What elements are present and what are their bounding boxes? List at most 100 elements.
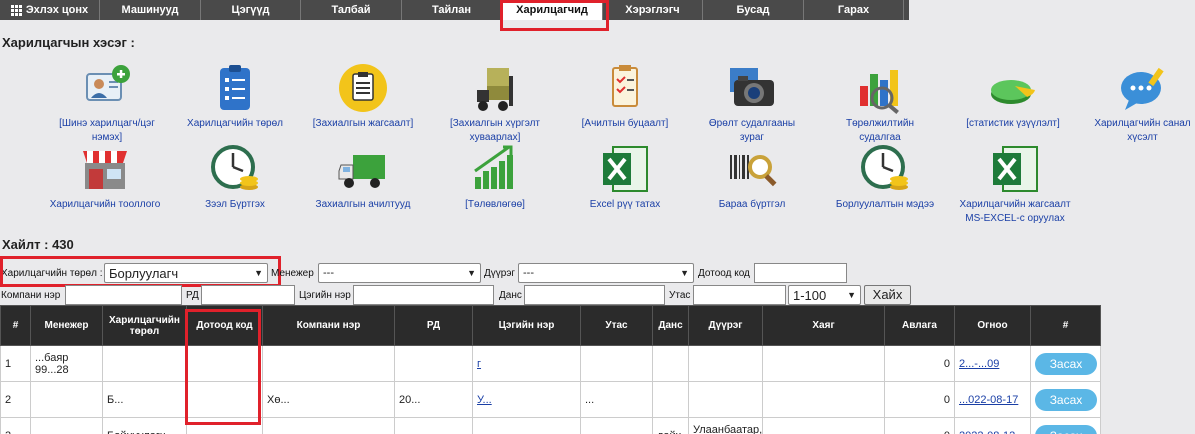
internal-code-input[interactable] (754, 263, 847, 283)
phone-input[interactable] (693, 285, 786, 305)
tile-label: [Ачилтын буцаалт] (581, 118, 669, 129)
tile-excel-export[interactable]: Excel рүү татах (570, 143, 680, 212)
cell-phone: ... (580, 381, 653, 418)
cell-no: 1 (0, 345, 31, 382)
cell-account: дайх (652, 417, 689, 434)
contact-type-select[interactable]: Борлуулагч ▼ (104, 263, 268, 283)
tile-feedback[interactable]: Харилцагчийн санал хүсэлт (1090, 62, 1195, 145)
cell-date-link[interactable]: 2022-08-12 (954, 417, 1031, 434)
tile-return[interactable]: [Ачилтын буцаалт] (570, 62, 680, 131)
cell-type (102, 345, 187, 382)
contact-type-label: Харилцагчийн төрөл : (1, 268, 103, 279)
nav-filler (909, 0, 1195, 20)
column-header: Дотоод код (186, 305, 263, 346)
cell-type: Байнуулагч (102, 417, 187, 434)
return-list-icon (599, 62, 651, 114)
camera-icon (726, 62, 778, 114)
tile-excel-import[interactable]: Харилцагчийн жагсаалт MS-EXCEL-с оруулах (950, 143, 1080, 226)
edit-button[interactable]: Засах (1035, 424, 1097, 434)
tile-order-shipments[interactable]: Захиалгын ачилтууд (308, 143, 418, 212)
tile-label: Борлуулалтын мэдээ (835, 199, 935, 210)
manager-select[interactable]: --- ▼ (318, 263, 481, 283)
tile-sales-report[interactable]: Борлуулалтын мэдээ (830, 143, 940, 212)
barcode-icon (726, 143, 778, 195)
nav-item-home[interactable]: Эхлэх цонх (0, 0, 100, 20)
tile-statistics[interactable]: [статистик үзүүлэлт] (958, 62, 1068, 131)
cell-district: Улаанбаатар, Хан... (688, 417, 763, 434)
edit-button[interactable]: Засах (1035, 352, 1097, 375)
cell-debt: 0 (884, 381, 955, 418)
table-header-row: # Менежер Харилцагчийн төрөл Дотоод код … (0, 305, 1101, 346)
cell-action: Засах (1030, 381, 1101, 418)
nav-item-logout[interactable]: Гарах (804, 0, 904, 20)
cell-code (186, 345, 263, 382)
rd-label: РД (186, 290, 199, 301)
cell-code (186, 417, 263, 434)
nav-item-area[interactable]: Талбай (301, 0, 402, 20)
truck-icon (337, 143, 389, 195)
tile-delivery-schedule[interactable]: [Захиалгын хүргэлт хуваарлах] (440, 62, 550, 145)
cell-point-link[interactable]: г (472, 345, 581, 382)
cell-manager: ...баяр 99...28 (30, 345, 103, 382)
district-select[interactable]: --- ▼ (518, 263, 694, 283)
cell-date-link[interactable]: 2...-...09 (954, 345, 1031, 382)
cell-point-link[interactable]: У... (472, 381, 581, 418)
tile-label: [Захиалгын хүргэлт хуваарлах] (449, 118, 540, 143)
column-header: Цэгийн нэр (472, 305, 581, 346)
cell-point-link[interactable] (472, 417, 581, 434)
search-button[interactable]: Хайх (864, 285, 911, 305)
search-count: Хайлт : 430 (2, 237, 74, 252)
cell-address (762, 345, 885, 382)
account-input[interactable] (524, 285, 665, 305)
cell-manager (30, 381, 103, 418)
column-header: Хаяг (762, 305, 885, 346)
contacts-table: # Менежер Харилцагчийн төрөл Дотоод код … (0, 305, 1101, 434)
rd-input[interactable] (201, 285, 295, 305)
tile-order-list[interactable]: [Захиалгын жагсаалт] (308, 62, 418, 131)
table-row: 3 Байнуулагч дайх Улаанбаатар, Хан... 0 … (0, 417, 1101, 434)
select-value: --- (523, 267, 534, 279)
column-header: Авлага (884, 305, 955, 346)
phone-label: Утас (669, 290, 691, 301)
nav-item-customers[interactable]: Харилцагчид (502, 0, 603, 20)
chevron-down-icon: ▼ (254, 268, 263, 278)
clipboard-list-icon (209, 62, 261, 114)
tile-assortment-research[interactable]: Төрөлжилтийн судалгаа (825, 62, 935, 145)
section-title: Харилцагчын хэсэг : (2, 35, 135, 50)
tile-label: Бараа бүртгэл (718, 199, 786, 210)
tile-contact-type[interactable]: Харилцагчийн төрөл (180, 62, 290, 131)
tile-label: [статистик үзүүлэлт] (966, 118, 1060, 129)
point-name-label: Цэгийн нэр (299, 290, 351, 301)
manager-label: Менежер (271, 268, 314, 279)
nav-item-machines[interactable]: Машинууд (100, 0, 201, 20)
growth-chart-icon (469, 143, 521, 195)
cell-code (186, 381, 263, 418)
tile-plan[interactable]: [Төлөвлөгөө] (440, 143, 550, 212)
cell-action: Засах (1030, 417, 1101, 434)
clock-coins-icon (859, 143, 911, 195)
tile-label: Төрөлжилтийн судалгаа (845, 118, 914, 143)
nav-item-users[interactable]: Хэрэглэгч (603, 0, 703, 20)
page-size-select[interactable]: 1-100 ▼ (788, 285, 861, 305)
tile-new-contact[interactable]: [Шинэ харилцагч/цэг нэмэх] (52, 62, 162, 145)
tile-label: Харилцагчийн төрөл (187, 118, 283, 129)
cell-district (688, 345, 763, 382)
tile-research-photo[interactable]: Өрөлт судалгааны зураг (697, 62, 807, 145)
cell-rd: 20... (394, 381, 473, 418)
internal-code-label: Дотоод код (698, 268, 750, 279)
nav-item-report[interactable]: Тайлан (402, 0, 502, 20)
excel-icon (599, 143, 651, 195)
tile-contact-count[interactable]: Харилцагчийн тооллого (45, 143, 165, 212)
cell-rd (394, 417, 473, 434)
column-header: Компани нэр (262, 305, 395, 346)
cell-date-link[interactable]: ...022-08-17 (954, 381, 1031, 418)
nav-item-other[interactable]: Бусад (703, 0, 804, 20)
column-header: Харилцагчийн төрөл (102, 305, 187, 346)
edit-button[interactable]: Засах (1035, 388, 1097, 411)
tile-loan-register[interactable]: Зээл Бүртгэх (180, 143, 290, 212)
point-name-input[interactable] (353, 285, 494, 305)
nav-item-points[interactable]: Цэгүүд (201, 0, 301, 20)
company-name-input[interactable] (65, 285, 182, 305)
tile-product-register[interactable]: Бараа бүртгэл (697, 143, 807, 212)
tile-label: [Төлөвлөгөө] (465, 199, 525, 210)
